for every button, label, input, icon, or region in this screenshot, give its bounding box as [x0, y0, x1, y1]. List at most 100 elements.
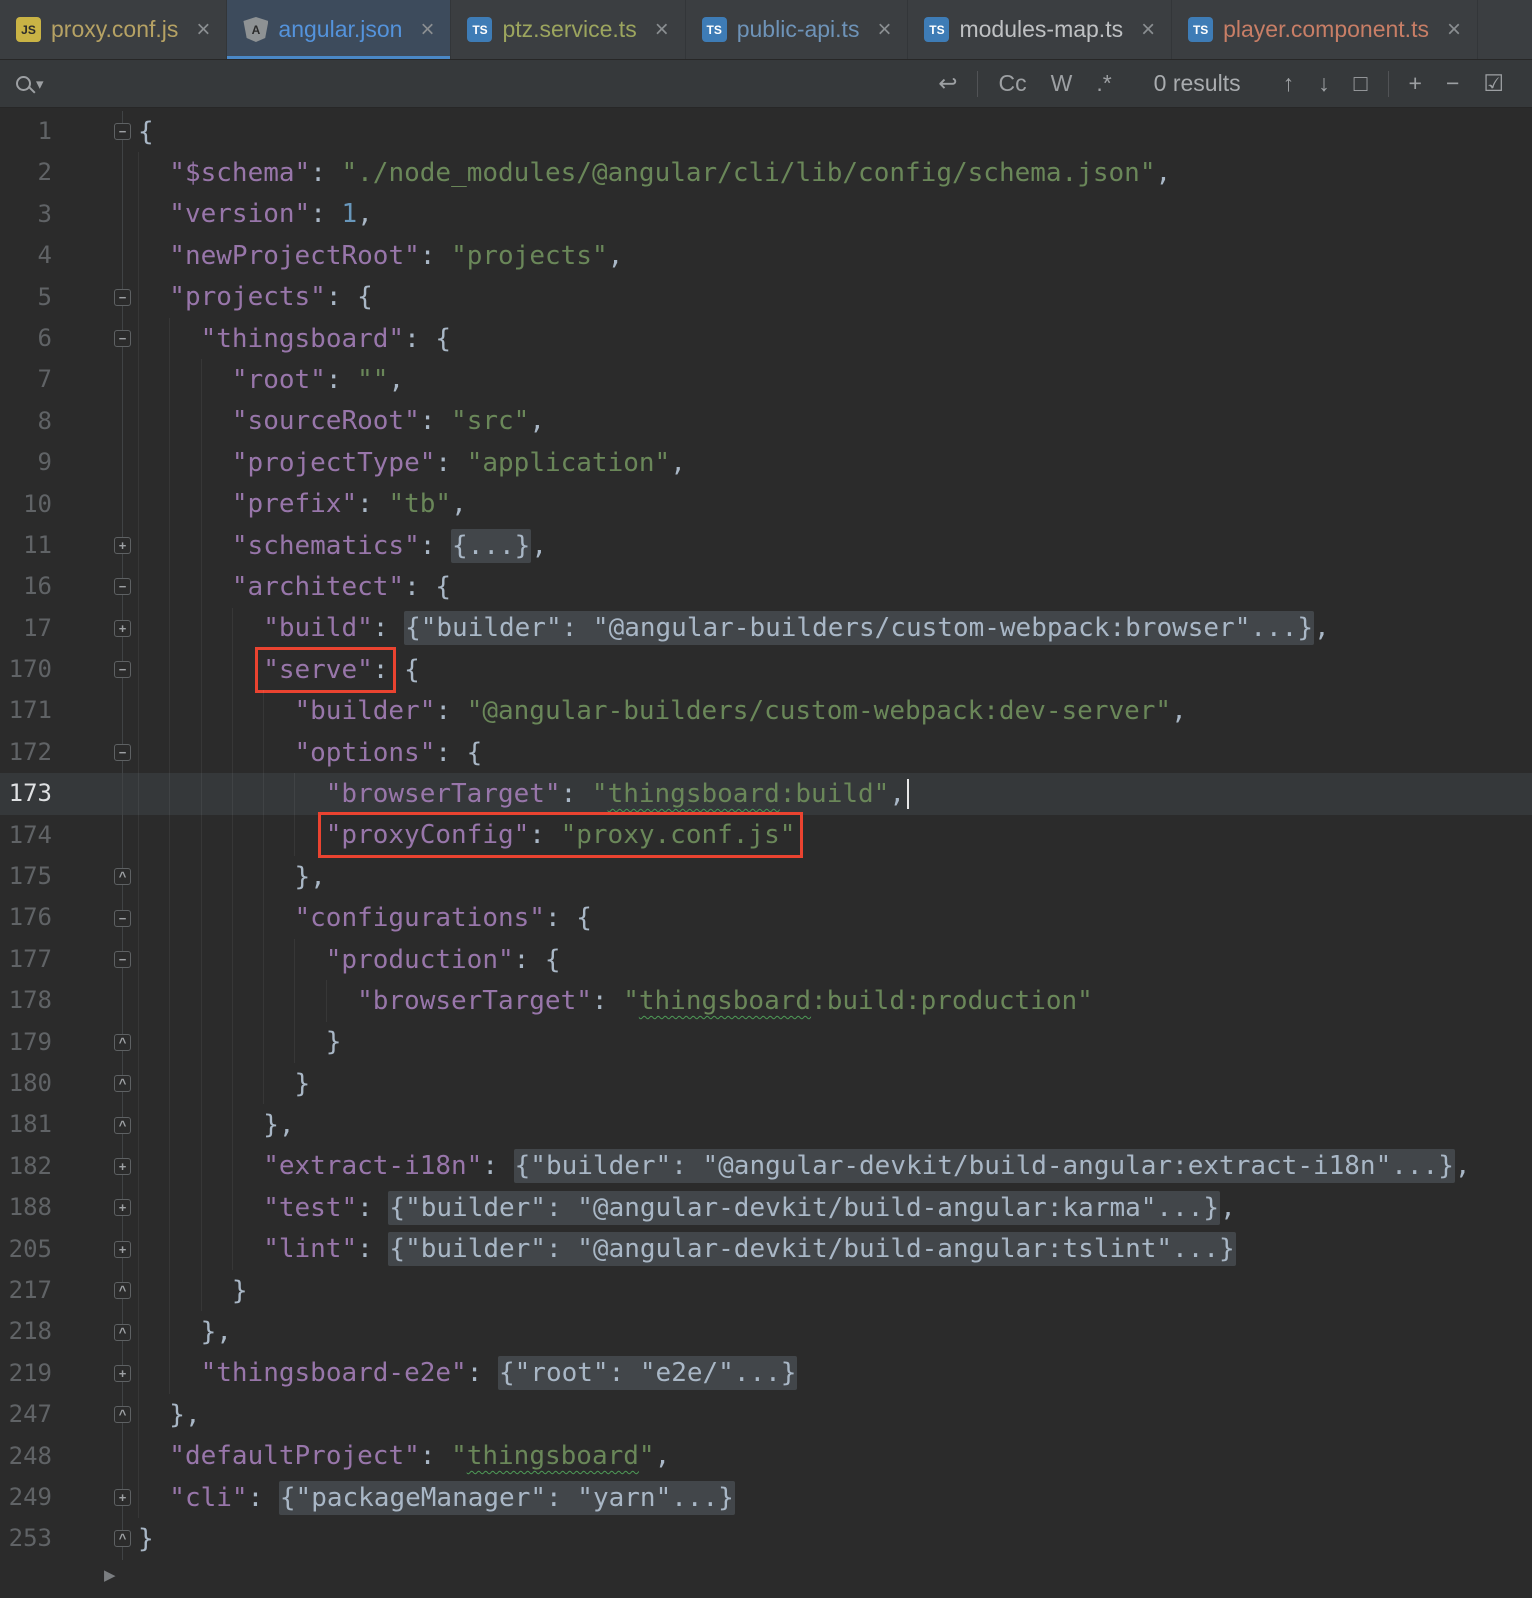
code-line[interactable]: 247 ^}, — [0, 1394, 1532, 1436]
code-line[interactable]: 6− "thingsboard": { — [0, 317, 1532, 360]
fold-closed-icon[interactable]: + — [114, 619, 131, 637]
code-line[interactable]: 3 "version": 1, — [0, 193, 1532, 236]
code-line[interactable]: 2 "$schema": "./node_modules/@angular/cli… — [0, 152, 1532, 194]
code-line[interactable]: 177− "production": { — [0, 938, 1532, 981]
tab-close-icon[interactable]: × — [655, 17, 669, 42]
code-line[interactable]: 175 ^}, — [0, 856, 1532, 898]
fold-end-icon[interactable]: ^ — [114, 1406, 131, 1424]
fold-open-icon[interactable]: − — [114, 578, 131, 596]
code-text: "browserTarget": " thingsboard:build:prod… — [138, 980, 1532, 1022]
code-line[interactable]: 181 ^}, — [0, 1104, 1532, 1146]
indent-guide — [200, 400, 232, 443]
typescript-file-icon: TS — [467, 17, 493, 42]
tab-close-icon[interactable]: × — [420, 17, 434, 42]
fold-closed-icon[interactable]: + — [114, 537, 131, 555]
regex-icon[interactable]: .* — [1084, 72, 1123, 95]
tab-close-icon[interactable]: × — [196, 17, 210, 42]
fold-closed-icon[interactable]: + — [114, 1489, 131, 1507]
fold-open-icon[interactable]: − — [114, 123, 131, 141]
fold-open-icon[interactable]: − — [114, 330, 131, 348]
code-line[interactable]: 253 ^} — [0, 1518, 1532, 1560]
tab-close-icon[interactable]: × — [1141, 17, 1155, 42]
tab-ptz.service.ts[interactable]: TS ptz.service.ts × — [451, 0, 686, 59]
fold-closed-icon[interactable]: + — [114, 1364, 131, 1382]
fold-open-icon[interactable]: − — [114, 951, 131, 968]
code-line[interactable]: 5− "projects": { — [0, 276, 1532, 318]
code-line[interactable]: 174 "proxyConfig": "proxy.conf.js" — [0, 812, 1532, 859]
select-all-occurrences-icon[interactable]: ☑ — [1471, 72, 1516, 95]
code-line[interactable]: 16− "architect": { — [0, 566, 1532, 608]
code-line[interactable]: 7 "root": "", — [0, 359, 1532, 401]
fold-column — [52, 193, 138, 236]
previous-occurrence-icon[interactable]: ↑ — [1271, 72, 1307, 95]
code-line[interactable]: 205 + "lint": {"builder": "@angular-devkit… — [0, 1228, 1532, 1270]
indent-guide — [200, 566, 232, 608]
remove-occurrence-icon[interactable]: − — [1434, 72, 1471, 95]
indent-guide — [138, 1104, 169, 1146]
code-line[interactable]: 171 "builder": "@angular-builders/custom-… — [0, 690, 1532, 732]
fold-end-icon[interactable]: ^ — [114, 1075, 131, 1093]
code-line[interactable]: 176− "configurations": { — [0, 897, 1532, 939]
fold-end-icon[interactable]: ^ — [114, 1116, 131, 1134]
words-icon[interactable]: W — [1039, 72, 1085, 95]
code-text: } — [138, 1021, 1532, 1063]
new-line-icon[interactable]: ↩ — [926, 72, 969, 95]
code-line[interactable]: 180 ^} — [0, 1062, 1532, 1105]
code-line[interactable]: 179 ^} — [0, 1021, 1532, 1063]
code-line[interactable]: 10 "prefix": "tb", — [0, 483, 1532, 525]
match-case-icon[interactable]: Cc — [986, 72, 1038, 95]
code-line[interactable]: 172− "options": { — [0, 731, 1532, 774]
code-line[interactable]: 217 ^} — [0, 1269, 1532, 1312]
indent-guide — [169, 1187, 200, 1229]
code-line[interactable]: 17 + "build": {"builder": "@angular-builde… — [0, 607, 1532, 650]
open-in-find-window-icon[interactable]: □ — [1342, 72, 1380, 95]
fold-open-icon[interactable]: − — [114, 661, 131, 679]
code-line[interactable]: 11 + "schematics": {...}, — [0, 524, 1532, 567]
tab-player.component.ts[interactable]: TS player.component.ts × — [1172, 0, 1478, 59]
code-line[interactable]: 248 "defaultProject": " thingsboard ", — [0, 1435, 1532, 1477]
fold-closed-icon[interactable]: + — [114, 1199, 131, 1217]
fold-end-icon[interactable]: ^ — [114, 1033, 131, 1051]
fold-closed-icon[interactable]: + — [114, 1157, 131, 1175]
code-line[interactable]: 249 + "cli": {"packageManager": "yarn"...} — [0, 1476, 1532, 1519]
editor[interactable]: 1−{2 "$schema": "./node_modules/@angular/… — [0, 108, 1532, 1560]
fold-end-icon[interactable]: ^ — [114, 868, 131, 886]
fold-end-icon[interactable]: ^ — [114, 1530, 131, 1548]
indent-guide — [263, 856, 294, 898]
indent-guide — [138, 442, 169, 484]
code-line[interactable]: 4 "newProjectRoot": "projects", — [0, 235, 1532, 277]
tab-public-api.ts[interactable]: TS public-api.ts × — [686, 0, 909, 59]
next-occurrence-icon[interactable]: ↓ — [1306, 72, 1342, 95]
code-line[interactable]: 170− "serve": { — [0, 646, 1532, 693]
fold-end-icon[interactable]: ^ — [114, 1282, 131, 1300]
code-line[interactable]: 1 −{ — [0, 111, 1532, 153]
tab-angular.json[interactable]: Aangular.json × — [227, 0, 452, 59]
tab-close-icon[interactable]: × — [877, 17, 891, 42]
code-line[interactable]: 173 "browserTarget": " thingsboard:build", — [0, 773, 1532, 815]
fold-closed-icon[interactable]: + — [114, 1240, 131, 1258]
search-input[interactable] — [53, 69, 927, 98]
fold-open-icon[interactable]: − — [114, 744, 131, 762]
add-occurrence-icon[interactable]: + — [1397, 72, 1434, 95]
code-line[interactable]: 8 "sourceRoot": "src", — [0, 400, 1532, 443]
indent-guide — [231, 856, 263, 898]
code-line[interactable]: 9 "projectType": "application", — [0, 442, 1532, 484]
tab-modules-map.ts[interactable]: TS modules-map.ts × — [908, 0, 1173, 59]
search-icon[interactable]: ▾ — [16, 75, 44, 93]
code-token: : { — [404, 571, 452, 602]
line-number: 253 — [8, 1524, 52, 1553]
fold-open-icon[interactable]: − — [114, 909, 131, 927]
code-line[interactable]: 178 "browserTarget": " thingsboard:build:p… — [0, 980, 1532, 1022]
code-text: }, — [138, 856, 1532, 898]
code-line[interactable]: 219 + "thingsboard-e2e": {"root": "e2e/"..… — [0, 1352, 1532, 1395]
fold-open-icon[interactable]: − — [114, 288, 131, 306]
code-line[interactable]: 182 + "extract-i18n": {"builder": "@angula… — [0, 1145, 1532, 1188]
tab-close-icon[interactable]: × — [1447, 17, 1461, 42]
code-token: : — [466, 1358, 499, 1389]
code-token: "configurations" — [294, 903, 545, 934]
code-line[interactable]: 218 ^}, — [0, 1311, 1532, 1353]
tab-proxy.conf.js[interactable]: JS proxy.conf.js × — [0, 0, 228, 59]
fold-end-icon[interactable]: ^ — [114, 1323, 131, 1341]
code-line[interactable]: 188 + "test": {"builder": "@angular-devkit… — [0, 1187, 1532, 1229]
indent-guide — [263, 938, 294, 981]
